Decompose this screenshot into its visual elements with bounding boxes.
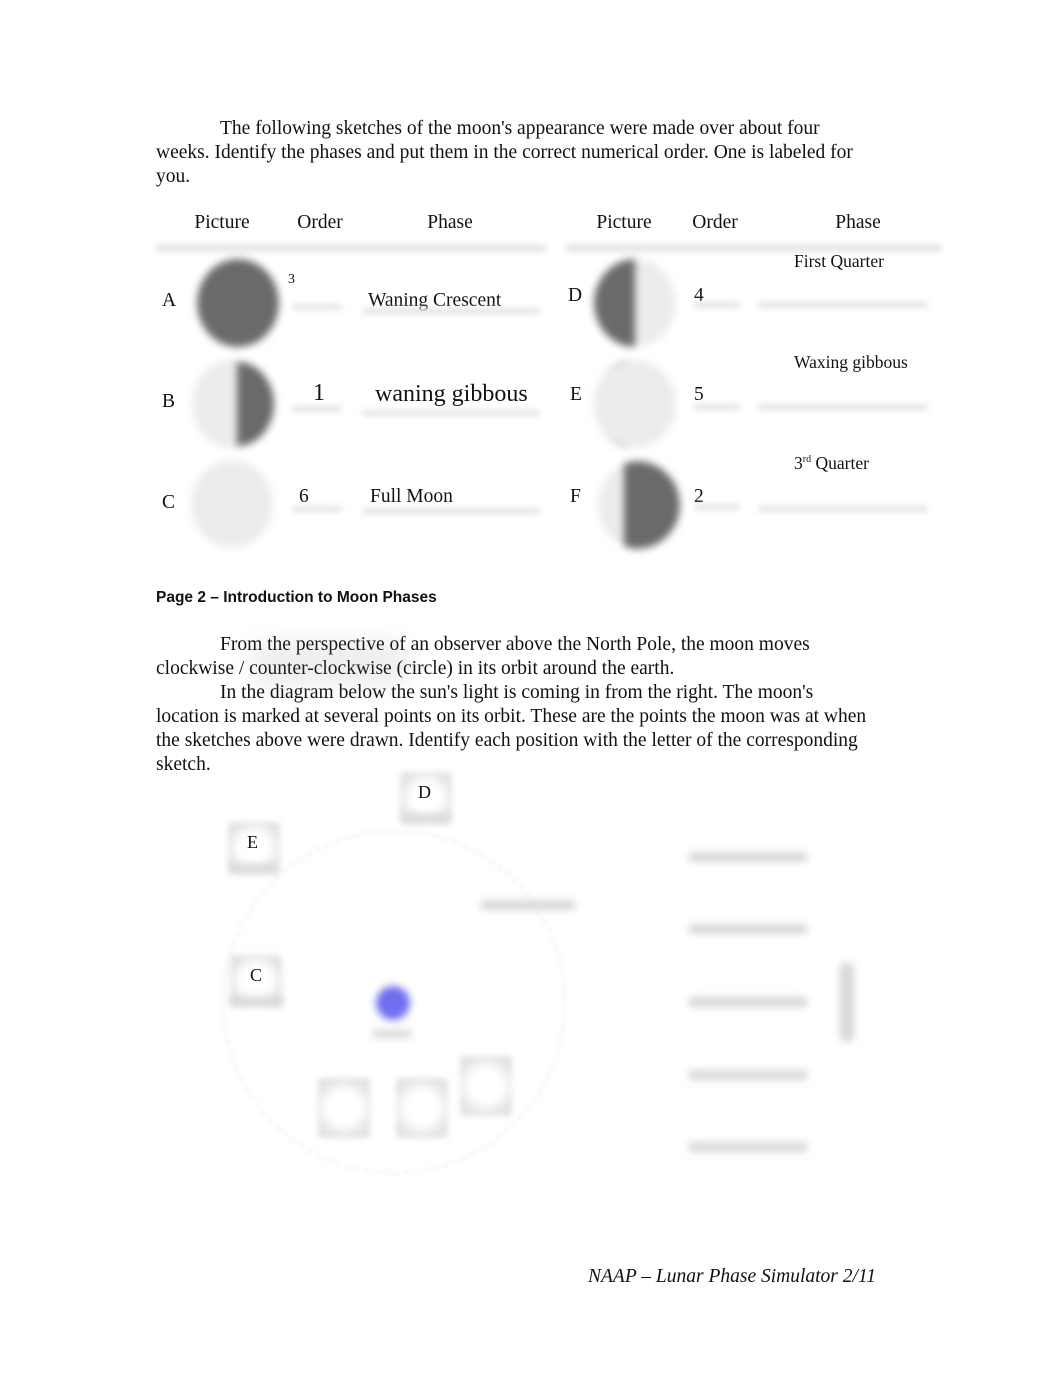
header-phase-left: Phase <box>427 212 473 233</box>
moon-sketch-f <box>598 461 680 549</box>
earth-label-blurred <box>372 1030 412 1038</box>
sunlight-label-blurred <box>840 962 854 1042</box>
row-d-phase: First Quarter <box>794 251 884 271</box>
row-d-phase-line <box>758 302 928 308</box>
row-f-phase-line <box>758 506 928 512</box>
row-c-phase-line <box>362 508 540 514</box>
row-f-phase: 3rd Quarter <box>794 453 869 473</box>
row-e-phase-line <box>758 404 928 410</box>
moon-sketch-e <box>594 360 676 448</box>
sunlight-arrow-5 <box>688 1142 808 1152</box>
moon-sketch-a <box>197 259 279 347</box>
moon-sketch-b <box>192 360 274 448</box>
position-box-blank-3 <box>460 1056 512 1116</box>
page-footer: NAAP – Lunar Phase Simulator 2/11 <box>588 1266 876 1287</box>
position-label-d: D <box>418 782 431 802</box>
orbit-label-blurred <box>480 900 576 910</box>
row-c-letter: C <box>162 492 176 513</box>
header-picture-left: Picture <box>194 212 250 233</box>
position-box-blank-1 <box>318 1078 370 1138</box>
row-e-letter: E <box>570 384 582 405</box>
position-box-blank-2 <box>396 1078 448 1138</box>
row-f-letter: F <box>570 486 581 507</box>
intro-paragraph: The following sketches of the moon's app… <box>156 117 876 189</box>
row-a-letter: A <box>162 290 177 311</box>
row-b-letter: B <box>162 391 176 412</box>
circle-mark-highlight <box>250 640 410 688</box>
row-a-order: 3 <box>288 272 295 287</box>
position-c-mark <box>230 997 284 1005</box>
row-d-letter: D <box>568 285 583 306</box>
header-order-left: Order <box>297 212 343 233</box>
position-d-mark <box>403 814 449 822</box>
row-e-order-line <box>694 404 740 410</box>
row-c-order: 6 <box>299 486 309 507</box>
row-b-phase: waning gibbous <box>375 381 528 407</box>
section-title: Page 2 – Introduction to Moon Phases <box>156 589 437 606</box>
row-c-phase: Full Moon <box>370 486 453 507</box>
position-e-mark <box>230 864 276 872</box>
header-rule-right <box>566 244 942 252</box>
header-phase-right: Phase <box>835 212 881 233</box>
row-f-order-line <box>694 504 740 510</box>
diagram-instructions-paragraph: In the diagram below the sun's light is … <box>156 682 867 775</box>
row-b-order-line <box>292 406 342 412</box>
header-order-right: Order <box>692 212 738 233</box>
row-b-phase-line <box>362 410 540 416</box>
row-a-order-line <box>292 304 342 310</box>
row-e-order: 5 <box>694 384 704 405</box>
sunlight-arrow-4 <box>688 1070 808 1080</box>
header-rule-left <box>156 244 546 252</box>
position-label-c: C <box>250 965 263 985</box>
moon-sketch-d <box>594 259 676 347</box>
row-e-phase: Waxing gibbous <box>794 352 908 372</box>
row-c-order-line <box>292 506 342 512</box>
moon-sketch-c <box>191 460 273 548</box>
sunlight-arrow-1 <box>688 852 808 862</box>
row-a-phase-line <box>362 308 540 314</box>
row-d-order-line <box>694 302 740 308</box>
position-label-e: E <box>247 832 258 852</box>
sunlight-arrow-3 <box>688 997 808 1007</box>
earth-icon <box>376 986 410 1020</box>
row-b-order: 1 <box>313 380 325 406</box>
sunlight-arrow-2 <box>688 924 808 934</box>
intro-text: The following sketches of the moon's app… <box>156 118 853 187</box>
header-picture-right: Picture <box>596 212 652 233</box>
